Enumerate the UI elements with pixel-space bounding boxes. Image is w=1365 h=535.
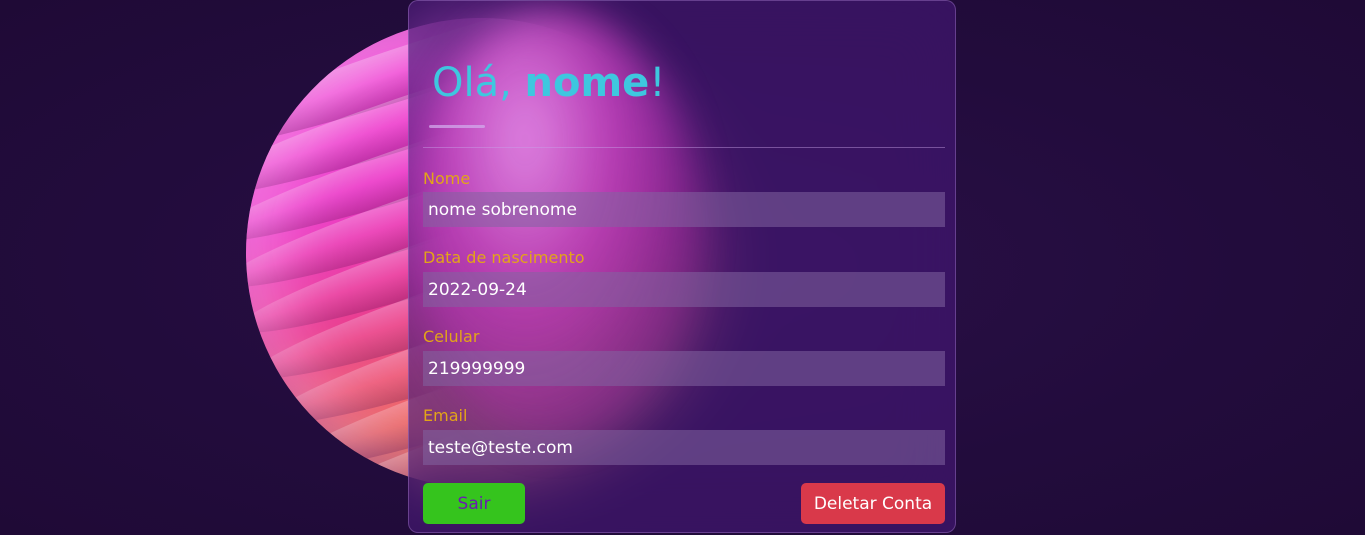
logout-button[interactable]: Sair	[423, 483, 525, 524]
nome-input[interactable]	[423, 192, 945, 227]
email-label: Email	[423, 406, 468, 425]
header-divider	[423, 147, 945, 148]
celular-label: Celular	[423, 327, 480, 346]
greeting-exclamation: !	[649, 60, 666, 106]
user-name-text: nome	[524, 60, 650, 106]
celular-input[interactable]	[423, 351, 945, 386]
nascimento-label: Data de nascimento	[423, 248, 585, 267]
profile-card: Olá, nome! Nome Data de nascimento Celul…	[408, 0, 956, 533]
profile-page: Olá, nome! Nome Data de nascimento Celul…	[0, 0, 1365, 535]
delete-account-button[interactable]: Deletar Conta	[801, 483, 945, 524]
greeting-text: Olá,	[432, 60, 525, 106]
title-underline	[429, 125, 485, 128]
nome-label: Nome	[423, 169, 471, 188]
greeting-title: Olá, nome!	[432, 57, 665, 109]
nascimento-input[interactable]	[423, 272, 945, 307]
email-input[interactable]	[423, 430, 945, 465]
